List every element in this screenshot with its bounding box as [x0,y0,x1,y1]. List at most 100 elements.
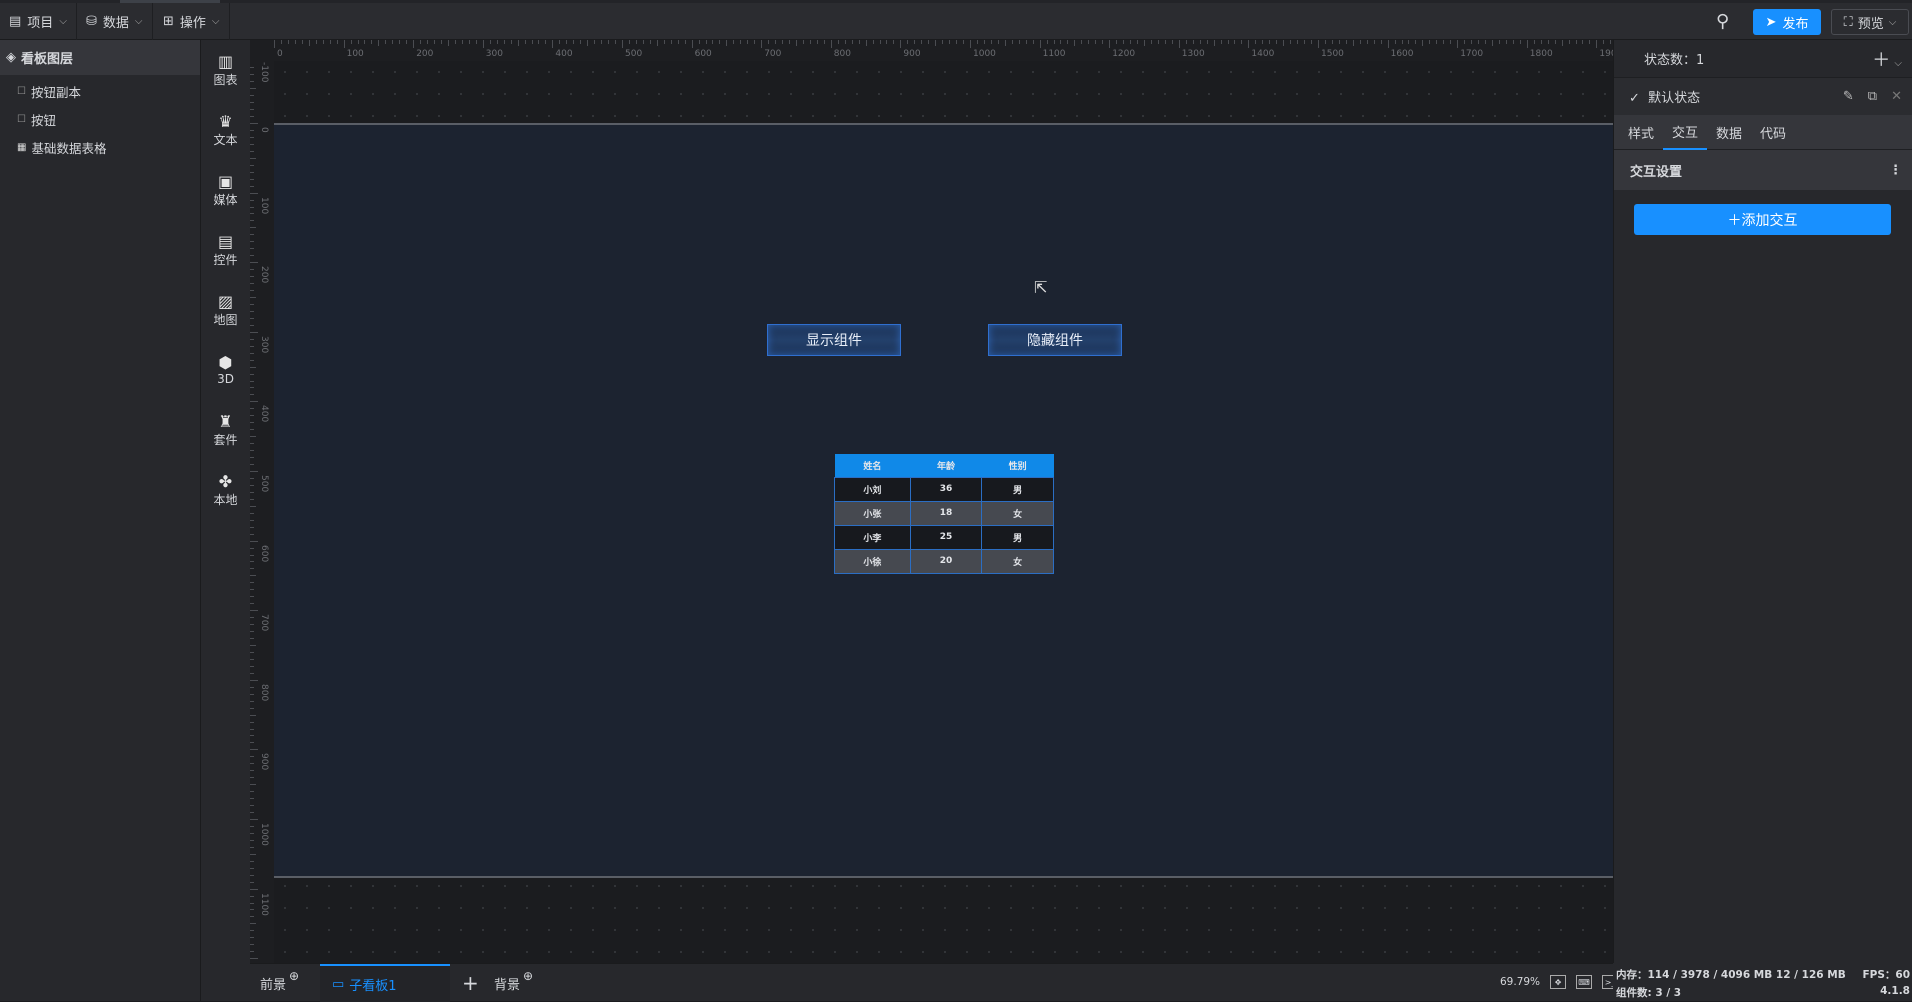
tab-background[interactable]: 背景 ⊕ [494,964,533,1002]
tab-code[interactable]: 代码 [1751,115,1795,150]
add-circle-icon[interactable]: ⊕ [289,969,299,983]
ruler-tick [907,40,909,44]
tab-data[interactable]: 数据 [1707,115,1751,150]
ruler-tick [1144,40,1145,46]
ruler-tick [886,40,888,44]
tab-style[interactable]: 样式 [1619,115,1663,150]
ruler-tick [1004,40,1006,46]
ruler-tick [1450,40,1452,44]
ruler-tick [538,40,540,44]
ruler-tick [928,40,930,44]
ruler-tick [250,547,254,549]
ruler-tick [1164,40,1166,44]
ruler-tick [552,40,554,48]
button-icon: ☐ [17,113,26,125]
kit-icon: ♜ [218,411,233,431]
ruler-tick [1248,40,1250,48]
menu-project[interactable]: ▤ 项目 ⌵ [0,3,77,40]
ruler-tick [250,262,258,264]
tool-kit[interactable]: ♜ 套件 [201,400,250,460]
table-row: 小李 25 男 [834,524,1054,550]
tool-chart[interactable]: ▥ 图表 [201,40,250,100]
ruler-tick [622,40,623,48]
layer-item[interactable]: ☐ 按钮 [0,105,200,133]
menu-label: 项目 [27,16,54,31]
ruler-tick [250,784,256,786]
chevron-down-icon: ⌵ [1888,16,1897,28]
ruler-tick [587,40,589,46]
ruler-tick [1519,40,1521,44]
ruler-tick [1429,40,1431,44]
chevron-down-icon[interactable]: ⌵ [1894,58,1902,69]
ruler-tick [250,290,254,292]
ruler-label: 1600 [1390,49,1414,59]
copy-icon[interactable]: ⧉ [1868,89,1877,104]
ruler-tick [250,380,254,382]
search-icon[interactable]: ⚲ [1716,11,1729,32]
puzzle-icon: ✤ [218,471,233,491]
ruler-tick [420,40,422,44]
memory-usage: 内存：114 / 3978 / 4096 MB 12 / 126 MB [1616,969,1846,981]
add-state-icon[interactable]: ＋ [1872,50,1890,71]
ruler-tick [656,40,658,46]
ruler-tick [1394,40,1396,44]
hide-component-button[interactable]: 隐藏组件 [988,324,1122,356]
ruler-tick [250,164,254,166]
add-circle-icon[interactable]: ⊕ [523,969,533,983]
ruler-tick [250,443,254,445]
fit-screen-icon[interactable]: ✥ [1550,975,1567,989]
ruler-tick [712,40,714,44]
ruler-tick [250,756,254,758]
ruler-tick [914,40,916,44]
ruler-tick [250,728,254,730]
ruler-label: 900 [903,49,921,59]
header-cell: 性别 [981,454,1054,477]
ruler-tick [1464,40,1466,44]
tool-control[interactable]: ▤ 控件 [201,220,250,280]
ruler-tick [1290,40,1292,44]
menu-data[interactable]: ⛁ 数据 ⌵ [77,3,153,40]
ruler-tick [250,819,258,820]
menu-operate[interactable]: ⊞ 操作 ⌵ [154,3,230,40]
ruler-tick [250,317,254,319]
ruler-tick [250,81,254,83]
ruler-tick [635,40,637,44]
ruler-tick [250,192,258,194]
keyboard-icon[interactable]: ⌨ [1576,975,1593,989]
ruler-tick [1415,40,1417,44]
ruler-tick [1130,40,1132,44]
show-component-button[interactable]: 显示组件 [767,324,901,356]
ruler-tick [900,40,902,48]
ruler-tick [963,40,965,44]
ruler-tick [1561,40,1563,46]
ruler-tick [250,686,254,688]
tab-sub-board[interactable]: ▭ 子看板1 [320,964,450,1002]
tool-text[interactable]: ♛ 文本 [201,100,250,160]
table-icon: ▦ [17,141,27,153]
property-tabs: 样式 交互 数据 代码 [1614,115,1912,150]
add-interaction-button[interactable]: ＋添加交互 [1634,204,1891,235]
layer-item[interactable]: ▦ 基础数据表格 [0,133,200,161]
preview-button[interactable]: ⛶ 预览 ⌵ [1831,9,1909,35]
publish-button[interactable]: ➤ 发布 [1753,9,1821,35]
tab-foreground[interactable]: 前景 ⊕ [260,964,299,1002]
ruler-tick [399,40,401,44]
preview-label: 预览 [1857,16,1884,32]
tab-label: 背景 [494,977,521,993]
tool-map[interactable]: ▨ 地图 [201,280,250,340]
add-board-button[interactable]: + [462,964,479,1002]
edit-icon[interactable]: ✎ [1843,89,1854,104]
ruler-tick [250,269,254,271]
basic-data-table[interactable]: 姓名 年龄 性别 小刘 36 男 小张 18 女 小李 25 男 小徐 20 女 [834,454,1054,574]
layer-item[interactable]: ☐ 按钮副本 [0,77,200,105]
ruler-tick [970,40,971,48]
ruler-tick [1526,40,1528,48]
tab-interaction[interactable]: 交互 [1663,115,1708,150]
tool-media[interactable]: ▣ 媒体 [201,160,250,220]
tool-3d[interactable]: ⬢ 3D [201,340,250,400]
more-icon[interactable]: ⋮ [1889,163,1902,178]
ruler-tick [250,596,254,598]
tool-local[interactable]: ✤ 本地 [201,460,250,520]
default-state-row[interactable]: ✓ 默认状态 ✎ ⧉ ✕ [1614,78,1912,115]
close-icon[interactable]: ✕ [1891,89,1902,104]
